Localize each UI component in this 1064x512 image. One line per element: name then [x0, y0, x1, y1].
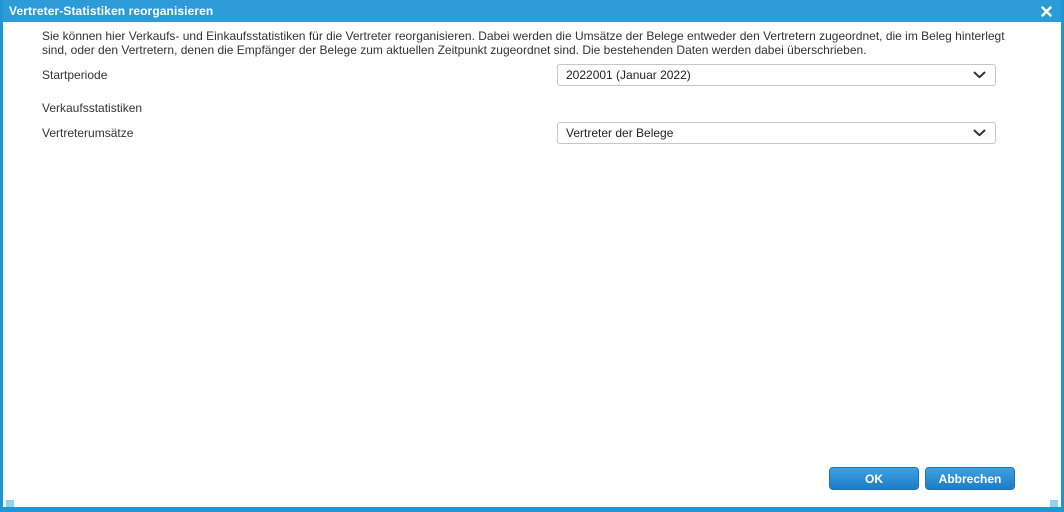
titlebar: Vertreter-Statistiken reorganisieren: [3, 0, 1061, 22]
form-row-rep-revenue: Vertreterumsätze Vertreter der Belege: [42, 122, 1021, 144]
intro-text: Sie können hier Verkaufs- und Einkaufsst…: [42, 29, 1005, 57]
close-icon: [1040, 5, 1052, 17]
form-row-start-period: Startperiode 2022001 (Januar 2022): [42, 64, 1021, 86]
rep-revenue-value: Vertreter der Belege: [566, 126, 674, 140]
resize-grip-bottom-right[interactable]: [1050, 500, 1058, 507]
rep-revenue-label: Vertreterumsätze: [42, 126, 134, 140]
start-period-value: 2022001 (Januar 2022): [566, 68, 691, 82]
start-period-label: Startperiode: [42, 68, 108, 82]
rep-revenue-select[interactable]: Vertreter der Belege: [557, 122, 996, 144]
sales-statistics-section-label: Verkaufsstatistiken: [42, 101, 143, 115]
start-period-select[interactable]: 2022001 (Januar 2022): [557, 64, 996, 86]
resize-grip-bottom-left[interactable]: [6, 500, 14, 507]
cancel-button[interactable]: Abbrechen: [925, 467, 1015, 490]
dialog-footer: OK Abbrechen: [829, 467, 1015, 490]
close-button[interactable]: [1038, 3, 1054, 19]
chevron-down-icon: [973, 71, 986, 79]
dialog-window: Vertreter-Statistiken reorganisieren Sie…: [0, 0, 1064, 512]
dialog-content: Sie können hier Verkaufs- und Einkaufsst…: [3, 22, 1061, 144]
chevron-down-icon: [973, 129, 986, 137]
ok-button[interactable]: OK: [829, 467, 919, 490]
dialog-title: Vertreter-Statistiken reorganisieren: [9, 4, 214, 18]
